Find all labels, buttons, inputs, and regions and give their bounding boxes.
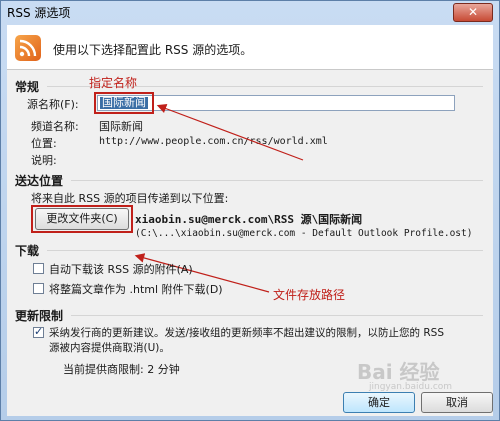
close-button[interactable]: ✕ [453,3,493,22]
annotation-path-note: 文件存放路径 [273,288,346,302]
dialog-header: 使用以下选择配置此 RSS 源的选项。 [7,25,493,69]
dialog-client: 使用以下选择配置此 RSS 源的选项。 常规 源名称(F): 国际新闻 指定名称… [7,25,493,416]
folder-path: xiaobin.su@merck.com\RSS 源\国际新闻 [135,213,363,226]
watermark-logo: Bai 经验 [357,360,440,384]
ok-button[interactable]: 确定 [343,392,415,413]
section-update-limit: 更新限制 [15,309,64,323]
title-bar: RSS 源选项 ✕ [1,1,499,23]
publisher-limit-label-line2: 源被内容提供商取消(U)。 [49,342,170,354]
full-article-checkbox[interactable] [33,283,44,294]
publisher-limit-label-line1: 采纳发行商的更新建议。发送/接收组的更新频率不超出建议的限制，以防止您的 RSS [49,327,444,339]
auto-download-label: 自动下载该 RSS 源的附件(A) [49,263,193,276]
folder-detail: (C:\...\xiaobin.su@merck.com - Default O… [135,228,473,239]
current-provider-limit: 当前提供商限制: 2 分钟 [63,363,180,376]
full-article-label: 将整篇文章作为 .html 附件下载(D) [49,283,223,296]
section-delivery: 送达位置 [15,174,64,188]
update-limit-divider [71,315,483,316]
auto-download-checkbox[interactable] [33,263,44,274]
download-divider [47,250,483,251]
section-download: 下载 [15,244,40,258]
cancel-button[interactable]: 取消 [421,392,493,413]
header-description: 使用以下选择配置此 RSS 源的选项。 [53,43,253,57]
publisher-limit-checkbox[interactable] [33,325,44,338]
delivery-intro: 将来自此 RSS 源的项目传递到以下位置: [31,192,229,205]
folder-button-highlight-box [31,205,133,233]
watermark-url: jingyan.baidu.com [369,382,453,392]
rss-icon [15,35,41,61]
delivery-divider [71,180,483,181]
options-panel: 常规 源名称(F): 国际新闻 指定名称 频道名称: 国际新闻 位置: http… [7,70,493,416]
rss-options-dialog: RSS 源选项 ✕ 使用以下选择配置此 RSS 源的选项。 常规 源名称(F):… [0,0,500,421]
window-title: RSS 源选项 [7,6,71,20]
